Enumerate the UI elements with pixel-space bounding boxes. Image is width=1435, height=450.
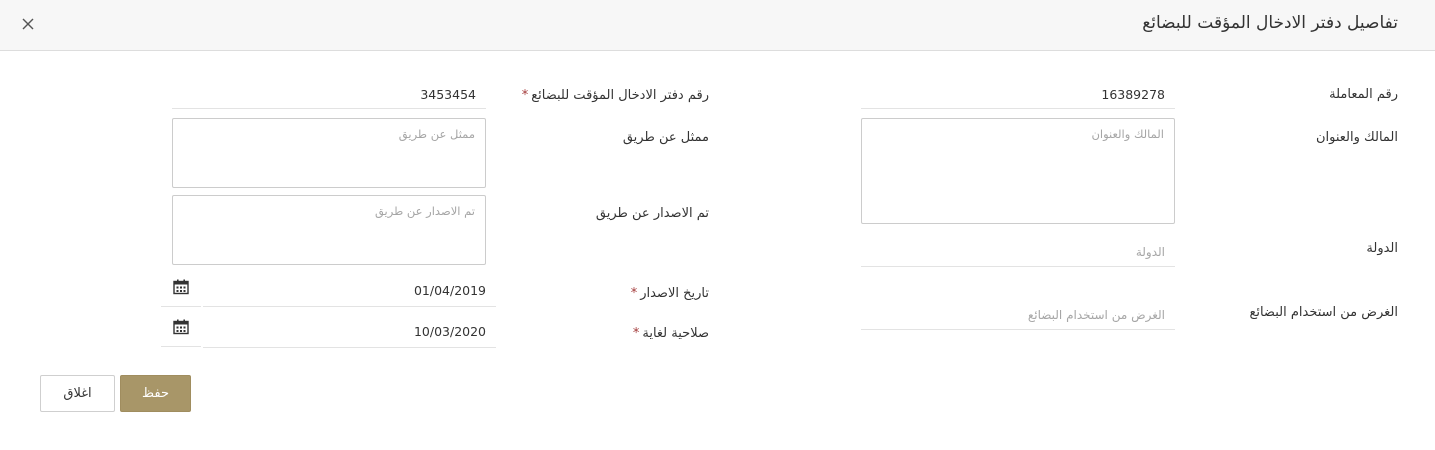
represented-by-placeholder: ممثل عن طريق	[398, 127, 475, 141]
issued-by-textarea[interactable]: تم الاصدار عن طريق	[172, 195, 486, 265]
calendar-icon[interactable]	[161, 307, 201, 347]
required-marker: *	[521, 88, 529, 103]
country-field[interactable]: الدولة	[861, 237, 1175, 267]
close-button[interactable]: اغلاق	[40, 375, 115, 412]
modal-dialog: تفاصيل دفتر الادخال المؤقت للبضائع رقم ا…	[0, 0, 1435, 450]
owner-address-label: المالك والعنوان	[1315, 130, 1398, 145]
owner-address-textarea[interactable]: المالك والعنوان	[861, 118, 1175, 224]
represented-by-textarea[interactable]: ممثل عن طريق	[172, 118, 486, 188]
goods-purpose-label: الغرض من استخدام البضائع	[1249, 305, 1398, 320]
required-marker: *	[632, 326, 640, 341]
temp-entry-book-number-field[interactable]: 3453454	[172, 81, 486, 109]
close-icon[interactable]	[20, 16, 36, 32]
transaction-number-field[interactable]: 16389278	[861, 81, 1175, 109]
issue-date-label: تاريخ الاصدار*	[631, 286, 709, 301]
valid-until-label-text: صلاحية لغاية	[642, 326, 709, 341]
goods-purpose-field[interactable]: الغرض من استخدام البضائع	[861, 300, 1175, 330]
issued-by-label: تم الاصدار عن طريق	[595, 206, 709, 221]
modal-header: تفاصيل دفتر الادخال المؤقت للبضائع	[0, 0, 1435, 51]
issued-by-placeholder: تم الاصدار عن طريق	[374, 204, 475, 218]
owner-address-placeholder: المالك والعنوان	[1091, 127, 1164, 141]
issue-date-input[interactable]: 01/04/2019	[203, 277, 496, 307]
temp-entry-book-number-label: رقم دفتر الادخال المؤقت للبضائع*	[522, 88, 709, 103]
represented-by-label: ممثل عن طريق	[622, 130, 709, 145]
temp-entry-book-number-label-text: رقم دفتر الادخال المؤقت للبضائع	[531, 88, 709, 103]
country-label: الدولة	[1366, 241, 1398, 256]
transaction-number-label: رقم المعاملة	[1329, 87, 1398, 102]
required-marker: *	[630, 286, 638, 301]
issue-date-label-text: تاريخ الاصدار	[640, 286, 709, 301]
calendar-icon[interactable]	[161, 267, 201, 307]
save-button[interactable]: حفظ	[120, 375, 191, 412]
modal-title: تفاصيل دفتر الادخال المؤقت للبضائع	[1142, 13, 1398, 33]
valid-until-input[interactable]: 10/03/2020	[203, 318, 496, 348]
valid-until-label: صلاحية لغاية*	[633, 326, 709, 341]
